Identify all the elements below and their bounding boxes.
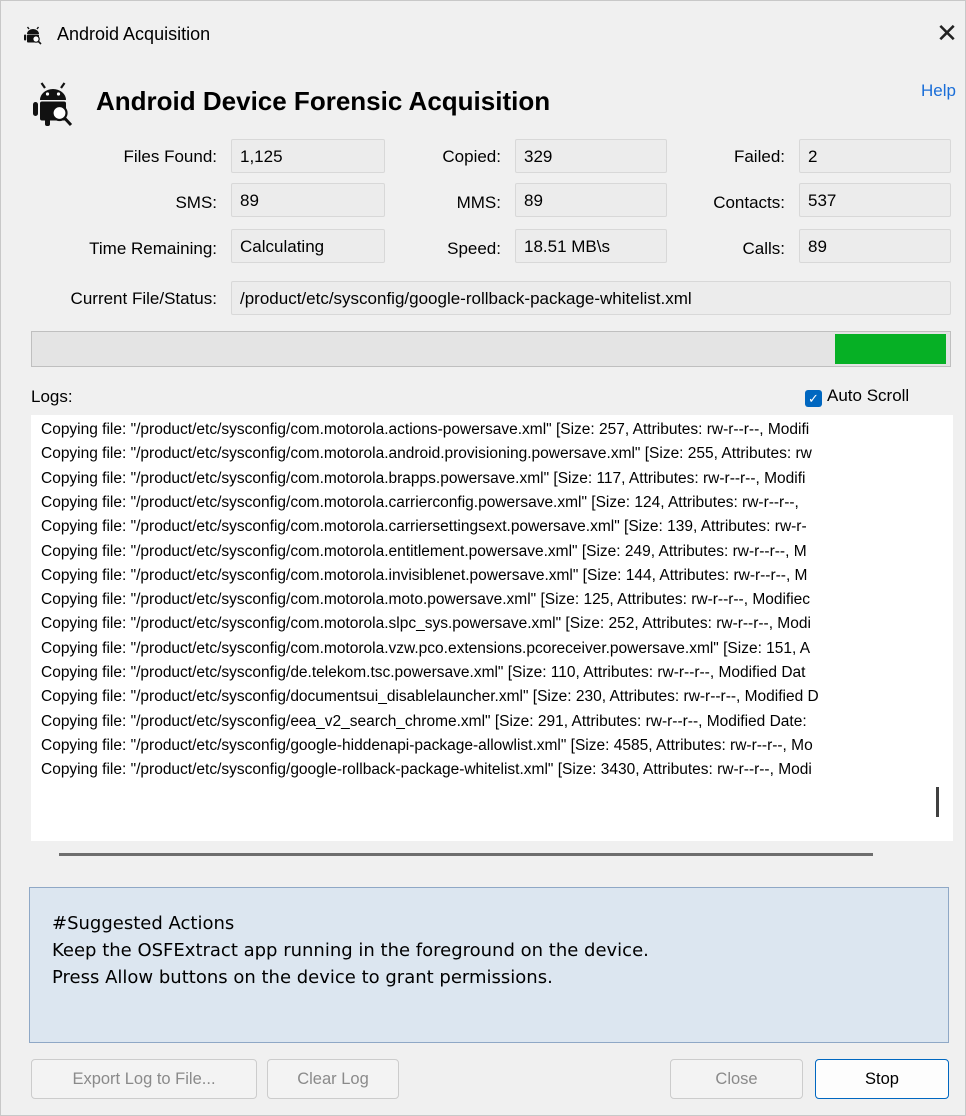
- copied-label: Copied:: [442, 147, 501, 166]
- current-file-label: Current File/Status:: [70, 289, 217, 308]
- log-line: Copying file: "/product/etc/sysconfig/co…: [41, 469, 806, 487]
- log-list[interactable]: Copying file: "/product/etc/sysconfig/co…: [31, 415, 953, 841]
- auto-scroll-checkbox[interactable]: ✓ Auto Scroll: [805, 386, 909, 407]
- log-line: Copying file: "/product/etc/sysconfig/do…: [41, 688, 819, 706]
- files-found-value: 1,125: [231, 139, 385, 173]
- window-title: Android Acquisition: [57, 24, 211, 44]
- sms-label: SMS:: [175, 193, 217, 212]
- calls-value: 89: [799, 229, 951, 263]
- acquisition-window: Android Acquisition ✕ Android Device For…: [0, 0, 966, 1116]
- suggested-action-2: Press Allow buttons on the device to gra…: [52, 967, 553, 988]
- android-forensics-icon: [24, 26, 42, 45]
- close-icon[interactable]: ✕: [929, 15, 965, 51]
- log-line: Copying file: "/product/etc/sysconfig/co…: [41, 445, 812, 463]
- sms-value: 89: [231, 183, 385, 217]
- help-link[interactable]: Help: [921, 81, 956, 101]
- mms-label: MMS:: [456, 193, 501, 212]
- android-device-icon: [33, 82, 73, 127]
- log-line: Copying file: "/product/etc/sysconfig/co…: [41, 566, 808, 584]
- page-title: Android Device Forensic Acquisition: [96, 86, 551, 116]
- copied-value: 329: [515, 139, 667, 173]
- time-remaining-value: Calculating: [231, 229, 385, 263]
- log-line: Copying file: "/product/etc/sysconfig/co…: [41, 421, 810, 438]
- log-line: Copying file: "/product/etc/sysconfig/co…: [41, 615, 811, 633]
- title-bar: Android Acquisition ✕: [1, 1, 965, 63]
- log-line: Copying file: "/product/etc/sysconfig/co…: [41, 542, 807, 560]
- contacts-label: Contacts:: [713, 193, 785, 212]
- mms-value: 89: [515, 183, 667, 217]
- log-line: Copying file: "/product/etc/sysconfig/co…: [41, 591, 811, 609]
- log-line: Copying file: "/product/etc/sysconfig/co…: [41, 518, 807, 536]
- failed-label: Failed:: [733, 147, 785, 166]
- time-remaining-label: Time Remaining:: [89, 239, 217, 258]
- progress-bar: [31, 331, 951, 367]
- speed-value: 18.51 MB\s: [515, 229, 667, 263]
- current-file-value: /product/etc/sysconfig/google-rollback-p…: [231, 281, 951, 315]
- speed-label: Speed:: [447, 239, 501, 258]
- checkbox-checked-icon[interactable]: ✓: [805, 390, 822, 407]
- log-line: Copying file: "/product/etc/sysconfig/co…: [41, 493, 799, 511]
- failed-value: 2: [799, 139, 951, 173]
- log-line: Copying file: "/product/etc/sysconfig/go…: [41, 736, 813, 754]
- export-log-button[interactable]: Export Log to File...: [31, 1059, 257, 1099]
- suggested-actions-heading: #Suggested Actions: [52, 913, 235, 934]
- log-line: Copying file: "/product/etc/sysconfig/go…: [41, 761, 812, 779]
- stop-button[interactable]: Stop: [815, 1059, 949, 1099]
- logs-label: Logs:: [31, 387, 73, 406]
- log-line: Copying file: "/product/etc/sysconfig/de…: [41, 664, 806, 681]
- close-button[interactable]: Close: [670, 1059, 803, 1099]
- clear-log-button[interactable]: Clear Log: [267, 1059, 399, 1099]
- log-line: Copying file: "/product/etc/sysconfig/co…: [41, 639, 811, 657]
- suggested-actions-panel: #Suggested Actions Keep the OSFExtract a…: [29, 887, 949, 1043]
- auto-scroll-label: Auto Scroll: [827, 386, 910, 405]
- log-horizontal-scrollbar[interactable]: [59, 853, 873, 856]
- log-line: Copying file: "/product/etc/sysconfig/ee…: [41, 712, 807, 730]
- progress-fill: [834, 334, 946, 364]
- suggested-action-1: Keep the OSFExtract app running in the f…: [52, 940, 649, 961]
- calls-label: Calls:: [742, 239, 785, 258]
- contacts-value: 537: [799, 183, 951, 217]
- log-vertical-scrollbar[interactable]: [936, 787, 939, 817]
- files-found-label: Files Found:: [123, 147, 217, 166]
